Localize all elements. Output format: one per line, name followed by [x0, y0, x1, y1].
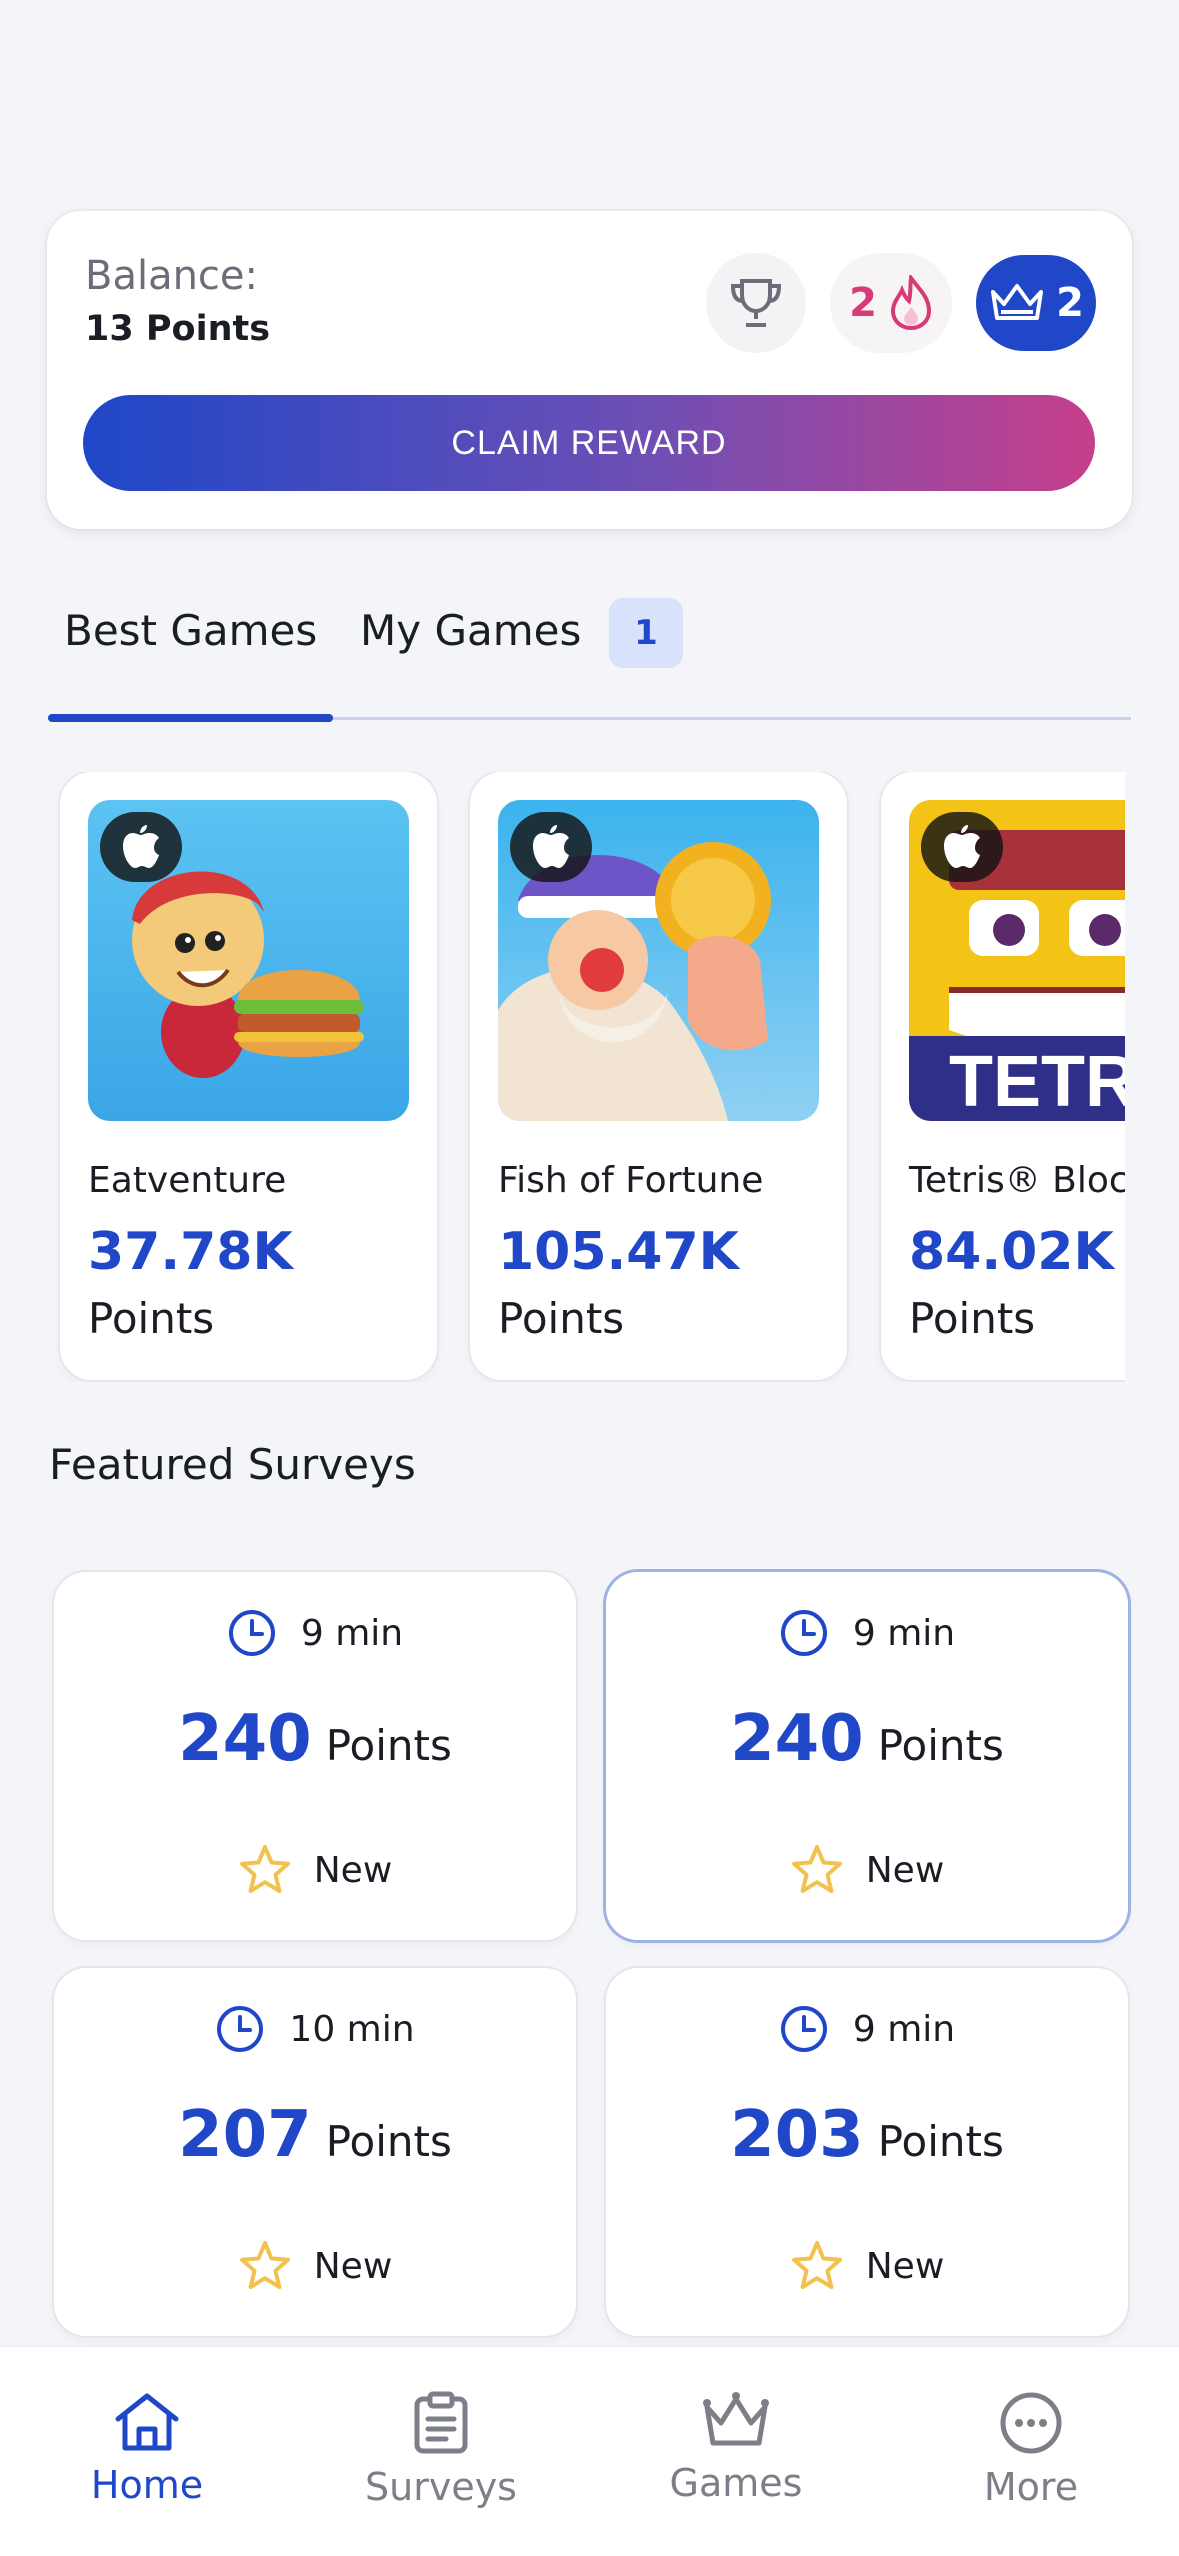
game-thumb-text: TETRI: [949, 1042, 1125, 1121]
crown-icon: [991, 284, 1044, 320]
game-points: 84.02K: [909, 1222, 1114, 1282]
clipboard-icon: [414, 2391, 468, 2454]
apple-icon: [533, 825, 569, 868]
survey-time: 9 min: [54, 1608, 576, 1658]
survey-points-value: 240: [178, 1702, 312, 1776]
game-points: 105.47K: [498, 1222, 739, 1282]
game-points-label: Points: [909, 1294, 1036, 1343]
survey-points-label: Points: [325, 1721, 452, 1770]
survey-tag: New: [54, 2240, 576, 2292]
survey-points-value: 240: [730, 1702, 864, 1776]
trophy-icon: [730, 279, 782, 327]
survey-card[interactable]: 9 min 203 Points New: [606, 1968, 1128, 2336]
crown-badge[interactable]: 2: [976, 255, 1096, 351]
game-card[interactable]: Eatventure 37.78K Points: [60, 772, 437, 1380]
survey-card[interactable]: 10 min 207 Points New: [54, 1968, 576, 2336]
survey-card[interactable]: 9 min 240 Points New: [54, 1572, 576, 1940]
platform-badge: [921, 812, 1003, 882]
game-thumbnail: [88, 800, 409, 1121]
streak-count: 2: [849, 280, 877, 326]
nav-item-home[interactable]: Home: [27, 2391, 267, 2507]
game-name: Fish of Fortune: [498, 1160, 764, 1201]
nav-label: More: [983, 2465, 1079, 2509]
game-points-label: Points: [88, 1294, 215, 1343]
survey-tag-label: New: [865, 1849, 945, 1891]
more-icon: [1000, 2392, 1062, 2454]
games-carousel[interactable]: Eatventure 37.78K Points Fish of Fortune…: [0, 772, 1125, 1382]
game-thumbnail: [498, 800, 819, 1121]
survey-time: 9 min: [606, 1608, 1128, 1658]
tab-my-games[interactable]: My Games: [360, 590, 581, 670]
trophy-button[interactable]: [706, 253, 806, 353]
nav-label: Surveys: [365, 2465, 517, 2509]
home-icon: [115, 2393, 179, 2451]
survey-card[interactable]: 9 min 240 Points New: [606, 1572, 1128, 1940]
section-title: Featured Surveys: [49, 1440, 416, 1489]
survey-points-value: 203: [730, 2098, 864, 2172]
nav-item-surveys[interactable]: Surveys: [321, 2391, 561, 2509]
star-icon: [791, 2241, 842, 2289]
balance-label: Balance:: [85, 253, 259, 299]
survey-duration: 10 min: [289, 2008, 415, 2050]
platform-badge: [510, 812, 592, 882]
crown-count: 2: [1056, 280, 1084, 326]
nav-label: Games: [669, 2461, 803, 2505]
survey-tag: New: [54, 1844, 576, 1896]
survey-time: 9 min: [606, 2004, 1128, 2054]
survey-tag-label: New: [313, 2245, 393, 2287]
my-games-count-badge: 1: [609, 598, 683, 668]
apple-icon: [123, 825, 159, 868]
status-badges: 2 2: [706, 253, 1096, 353]
platform-badge: [100, 812, 182, 882]
star-icon: [239, 1845, 290, 1893]
survey-points-label: Points: [877, 2117, 1004, 2166]
balance-value: 13 Points: [85, 309, 271, 349]
game-thumbnail: TETRI: [909, 800, 1125, 1121]
game-card[interactable]: TETRI Tetris® Bloc 84.02K Points: [881, 772, 1125, 1380]
streak-badge[interactable]: 2: [830, 253, 952, 353]
bottom-nav: Home Surveys Games More: [0, 2347, 1179, 2556]
home-screen: Balance: 13 Points 2 2 CLAIM REWARD Best…: [0, 0, 1179, 2556]
survey-time: 10 min: [54, 2004, 576, 2054]
game-points-label: Points: [498, 1294, 625, 1343]
tab-active-indicator: [48, 714, 333, 722]
game-name: Eatventure: [88, 1160, 287, 1201]
claim-reward-button[interactable]: CLAIM REWARD: [83, 395, 1095, 491]
flame-icon: [890, 275, 931, 331]
clock-icon: [217, 2006, 264, 2052]
clock-icon: [780, 2006, 827, 2052]
balance-card: Balance: 13 Points 2 2 CLAIM REWARD: [47, 211, 1132, 529]
survey-tag: New: [606, 1844, 1128, 1896]
game-card[interactable]: Fish of Fortune 105.47K Points: [470, 772, 847, 1380]
survey-duration: 9 min: [852, 1612, 956, 1654]
survey-tag-label: New: [865, 2245, 945, 2287]
survey-duration: 9 min: [300, 1612, 404, 1654]
survey-tag: New: [606, 2240, 1128, 2292]
crown-icon: [703, 2392, 769, 2446]
survey-points: 240 Points: [606, 1702, 1128, 1776]
survey-points: 240 Points: [54, 1702, 576, 1776]
apple-icon: [944, 825, 980, 868]
star-icon: [791, 1845, 842, 1893]
survey-points-value: 207: [178, 2098, 312, 2172]
survey-duration: 9 min: [852, 2008, 956, 2050]
survey-points-label: Points: [325, 2117, 452, 2166]
star-icon: [239, 2241, 290, 2289]
nav-item-more[interactable]: More: [911, 2391, 1151, 2509]
game-name: Tetris® Bloc: [909, 1160, 1125, 1201]
nav-item-games[interactable]: Games: [616, 2391, 856, 2505]
game-tabs: Best Games My Games 1: [48, 590, 1131, 725]
survey-points-label: Points: [877, 1721, 1004, 1770]
survey-tag-label: New: [313, 1849, 393, 1891]
clock-icon: [228, 1610, 275, 1656]
survey-points: 207 Points: [54, 2098, 576, 2172]
survey-points: 203 Points: [606, 2098, 1128, 2172]
clock-icon: [780, 1610, 827, 1656]
game-points: 37.78K: [88, 1222, 293, 1282]
nav-label: Home: [90, 2463, 204, 2507]
tab-best-games[interactable]: Best Games: [64, 590, 317, 670]
